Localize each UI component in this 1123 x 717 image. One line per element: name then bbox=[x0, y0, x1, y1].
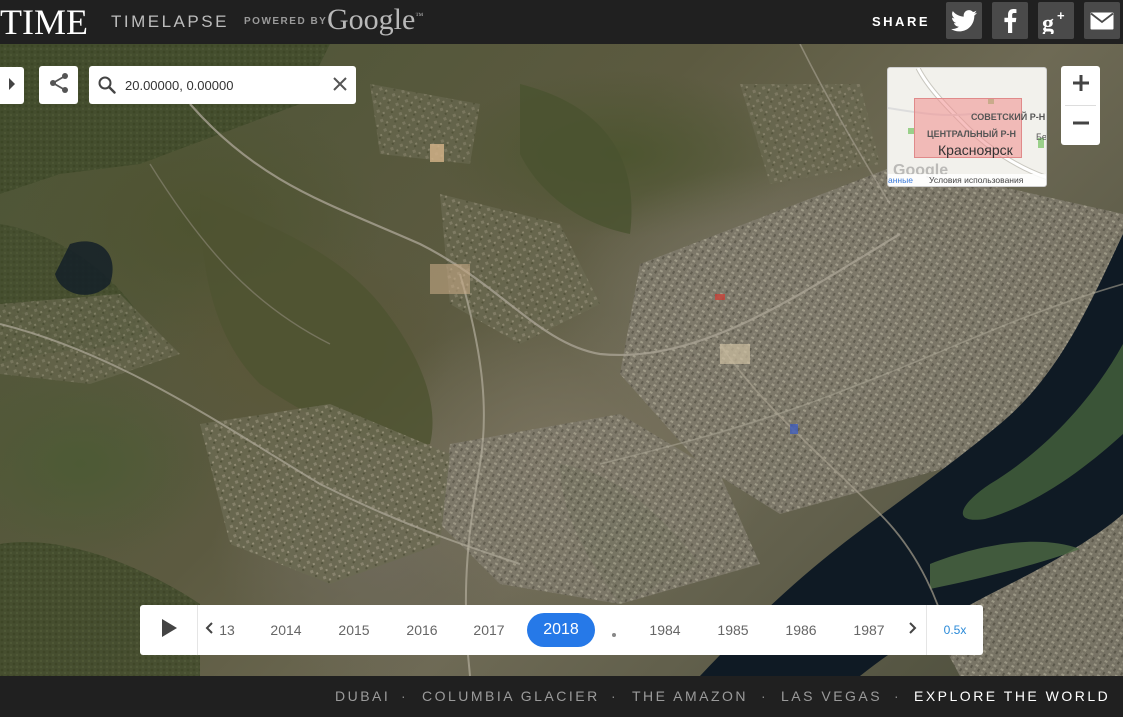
timeline-next-button[interactable] bbox=[902, 605, 924, 655]
svg-text:g: g bbox=[1042, 11, 1054, 34]
footer-separator: · bbox=[611, 688, 616, 704]
explore-the-world-link[interactable]: EXPLORE THE WORLD bbox=[914, 688, 1110, 704]
timeline-year[interactable]: 1985 bbox=[713, 622, 753, 638]
footer-separator: · bbox=[894, 688, 899, 704]
bottom-bar: DUBAI · COLUMBIA GLACIER · THE AMAZON · … bbox=[0, 676, 1123, 717]
google-tm: ™ bbox=[415, 11, 424, 20]
facebook-icon bbox=[1003, 8, 1017, 33]
share-icon bbox=[48, 72, 70, 99]
email-share-button[interactable] bbox=[1084, 2, 1120, 39]
location-search-box[interactable] bbox=[89, 66, 356, 104]
playback-speed-label: 0.5x bbox=[943, 623, 967, 637]
timeline-year[interactable]: 1986 bbox=[781, 622, 821, 638]
top-bar: TIME TIMELAPSE POWERED BY Google™ SHARE … bbox=[0, 0, 1123, 44]
timelapse-title: TIMELAPSE bbox=[111, 12, 229, 31]
zoom-in-button[interactable] bbox=[1061, 66, 1100, 105]
timeline-year[interactable]: 2015 bbox=[334, 622, 374, 638]
timeline-gap-dot bbox=[612, 633, 616, 637]
minimap-city-label: Красноярск bbox=[938, 142, 1013, 158]
timeline-year[interactable]: 1987 bbox=[849, 622, 889, 638]
search-input[interactable] bbox=[125, 77, 325, 93]
powered-by-label: POWERED BY bbox=[244, 16, 328, 27]
google-plus-share-button[interactable]: g + bbox=[1038, 2, 1074, 39]
minus-icon bbox=[1072, 114, 1090, 137]
zoom-out-button[interactable] bbox=[1061, 106, 1100, 145]
zoom-control bbox=[1061, 66, 1100, 145]
play-icon bbox=[161, 618, 177, 642]
timeline-bar: 13 2014 2015 2016 2017 2018 1984 1985 19… bbox=[140, 605, 983, 655]
share-link-button[interactable] bbox=[39, 66, 78, 104]
facebook-share-button[interactable] bbox=[992, 2, 1028, 39]
map-data-link[interactable]: анные bbox=[888, 175, 913, 185]
minimap-label-sovetsky: СОВЕТСКИЙ Р-Н bbox=[971, 112, 1046, 122]
playback-speed-button[interactable]: 0.5x bbox=[926, 605, 983, 655]
timeline-year-active[interactable]: 2018 bbox=[527, 613, 595, 647]
footer-separator: · bbox=[761, 688, 766, 704]
svg-text:+: + bbox=[1057, 8, 1065, 23]
email-icon bbox=[1090, 12, 1114, 30]
twitter-icon bbox=[951, 9, 977, 32]
timeline-prev-button[interactable] bbox=[198, 605, 220, 655]
share-label: SHARE bbox=[872, 14, 931, 29]
timeline-year-partial[interactable]: 13 bbox=[219, 622, 235, 638]
footer-link-dubai[interactable]: DUBAI bbox=[335, 688, 390, 704]
plus-icon bbox=[1072, 74, 1090, 97]
time-logo[interactable]: TIME bbox=[0, 2, 88, 42]
footer-separator: · bbox=[401, 688, 406, 704]
satellite-map[interactable]: СОВЕТСКИЙ Р-Н ЦЕНТРАЛЬНЫЙ Р-Н Бе Красноя… bbox=[0, 44, 1123, 676]
footer-link-las-vegas[interactable]: LAS VEGAS bbox=[781, 688, 882, 704]
timeline-year[interactable]: 2017 bbox=[469, 622, 509, 638]
minimap-footer: анные Условия использования bbox=[888, 174, 1046, 186]
minimap-label-partial: Бе bbox=[1036, 132, 1047, 142]
terms-of-use-link[interactable]: Условия использования bbox=[929, 175, 1023, 185]
panel-toggle-button[interactable] bbox=[0, 67, 24, 104]
footer-link-columbia-glacier[interactable]: COLUMBIA GLACIER bbox=[422, 688, 600, 704]
google-logo-text: Google bbox=[327, 3, 416, 36]
timeline-year[interactable]: 2014 bbox=[266, 622, 306, 638]
footer-link-the-amazon[interactable]: THE AMAZON bbox=[632, 688, 748, 704]
twitter-share-button[interactable] bbox=[946, 2, 982, 39]
timeline-year[interactable]: 1984 bbox=[645, 622, 685, 638]
close-icon[interactable] bbox=[332, 76, 348, 97]
minimap-label-central: ЦЕНТРАЛЬНЫЙ Р-Н bbox=[927, 129, 1016, 139]
chevron-right-icon bbox=[909, 621, 917, 639]
google-logo: Google™ bbox=[327, 3, 423, 37]
play-button[interactable] bbox=[140, 605, 198, 655]
chevron-right-icon bbox=[8, 77, 16, 95]
google-plus-icon: g + bbox=[1041, 8, 1071, 34]
timeline-year[interactable]: 2016 bbox=[402, 622, 442, 638]
chevron-left-icon bbox=[205, 621, 213, 639]
overview-minimap[interactable]: СОВЕТСКИЙ Р-Н ЦЕНТРАЛЬНЫЙ Р-Н Бе Красноя… bbox=[887, 67, 1047, 187]
search-icon bbox=[89, 76, 125, 94]
